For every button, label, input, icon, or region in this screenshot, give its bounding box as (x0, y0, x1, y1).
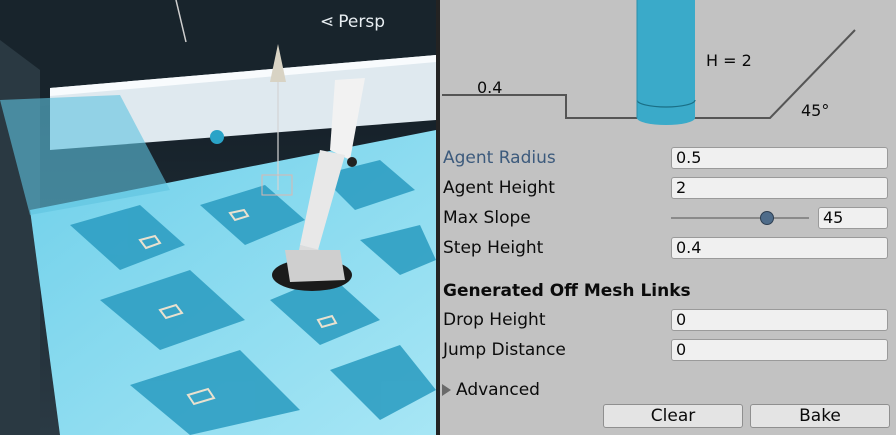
agent-radius-label: Agent Radius (443, 148, 556, 168)
navigation-bake-panel: 0.4 H = 2 45° Agent Radius 0.5 Agent Hei… (440, 0, 896, 435)
jump-distance-label: Jump Distance (443, 340, 566, 360)
drop-height-label: Drop Height (443, 310, 546, 330)
slope-diagram-label: 45° (801, 101, 830, 120)
agent-cylinder (637, 0, 695, 118)
advanced-foldout[interactable]: Advanced (442, 378, 540, 402)
max-slope-field[interactable]: 45 (818, 207, 888, 229)
clear-button[interactable]: Clear (603, 404, 743, 428)
triangle-right-icon (442, 384, 451, 396)
step-height-field[interactable]: 0.4 (671, 237, 888, 259)
agent-height-label: Agent Height (443, 178, 555, 198)
jump-distance-field[interactable]: 0 (671, 339, 888, 361)
agent-radius-field[interactable]: 0.5 (671, 147, 888, 169)
max-slope-label: Max Slope (443, 208, 531, 228)
step-height-diagram-label: 0.4 (477, 78, 503, 97)
max-slope-slider[interactable] (671, 207, 809, 229)
slider-thumb[interactable] (760, 211, 775, 225)
agent-height-field[interactable]: 2 (671, 177, 888, 199)
bake-button[interactable]: Bake (750, 404, 890, 428)
scene-rendering (0, 0, 436, 435)
offmesh-section-title: Generated Off Mesh Links (443, 281, 691, 301)
slider-track (671, 217, 809, 219)
perspective-icon: ⋖ (320, 12, 335, 32)
persp-label[interactable]: ⋖ Persp (320, 12, 385, 32)
scene-view[interactable]: ⋖ Persp (0, 0, 436, 435)
agent-height-diagram-label: H = 2 (706, 51, 752, 70)
step-height-label: Step Height (443, 238, 544, 258)
drop-height-field[interactable]: 0 (671, 309, 888, 331)
